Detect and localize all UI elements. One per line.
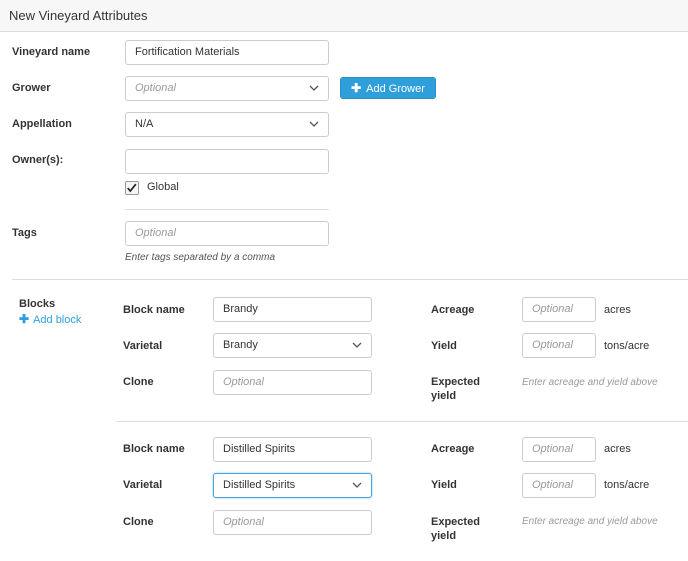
- add-grower-label: Add Grower: [366, 83, 425, 95]
- tags-hint: Enter tags separated by a comma: [125, 252, 276, 263]
- tags-input[interactable]: Optional: [125, 221, 329, 246]
- acreage-label: Acreage: [431, 443, 475, 455]
- grower-select[interactable]: Optional: [125, 76, 329, 101]
- yield-input[interactable]: Optional: [522, 333, 596, 358]
- grower-select-placeholder: Optional: [135, 82, 176, 94]
- appellation-select[interactable]: N/A: [125, 112, 329, 137]
- yield-unit: tons/acre: [604, 340, 650, 352]
- yield-label: Yield: [431, 479, 457, 491]
- appellation-label: Appellation: [12, 118, 72, 130]
- add-grower-button[interactable]: ✚ Add Grower: [340, 77, 436, 99]
- add-block-link[interactable]: ✚ Add block: [19, 312, 81, 326]
- block-name-label: Block name: [123, 304, 185, 316]
- varietal-select[interactable]: Brandy: [213, 333, 372, 358]
- vineyard-name-label: Vineyard name: [12, 46, 91, 58]
- clone-label: Clone: [123, 376, 154, 388]
- owners-label: Owner(s):: [12, 154, 64, 166]
- clone-input[interactable]: Optional: [213, 510, 372, 535]
- acreage-input[interactable]: Optional: [522, 297, 596, 322]
- divider: [12, 279, 688, 280]
- global-checkbox[interactable]: [125, 181, 139, 195]
- acreage-unit: acres: [604, 443, 631, 455]
- panel-header: New Vineyard Attributes: [0, 0, 688, 32]
- varietal-label: Varietal: [123, 340, 163, 352]
- expected-yield-hint: Enter acreage and yield above: [522, 377, 658, 388]
- block-name-input[interactable]: Distilled Spirits: [213, 437, 372, 462]
- varietal-value: Brandy: [223, 339, 258, 351]
- expected-yield-label-2: yield: [431, 390, 457, 402]
- checkmark-icon: [127, 183, 137, 193]
- vineyard-name-input[interactable]: Fortification Materials: [125, 40, 329, 65]
- clone-input[interactable]: Optional: [213, 370, 372, 395]
- grower-label: Grower: [12, 82, 51, 94]
- chevron-down-icon: [352, 482, 362, 488]
- clone-label: Clone: [123, 516, 154, 528]
- block-name-label: Block name: [123, 443, 185, 455]
- chevron-down-icon: [309, 121, 319, 127]
- varietal-label: Varietal: [123, 479, 163, 491]
- varietal-value: Distilled Spirits: [223, 479, 296, 491]
- chevron-down-icon: [309, 85, 319, 91]
- chevron-down-icon: [352, 342, 362, 348]
- yield-unit: tons/acre: [604, 479, 650, 491]
- yield-label: Yield: [431, 340, 457, 352]
- acreage-label: Acreage: [431, 304, 475, 316]
- block-name-input[interactable]: Brandy: [213, 297, 372, 322]
- tags-label: Tags: [12, 227, 37, 239]
- global-label: Global: [147, 181, 179, 193]
- plus-icon: ✚: [19, 312, 30, 326]
- blocks-label: Blocks: [19, 298, 56, 310]
- page-title: New Vineyard Attributes: [9, 8, 148, 23]
- owners-input[interactable]: [125, 149, 329, 174]
- expected-yield-hint: Enter acreage and yield above: [522, 516, 658, 527]
- divider: [117, 421, 688, 422]
- varietal-select[interactable]: Distilled Spirits: [213, 473, 372, 498]
- divider: [125, 209, 329, 210]
- acreage-unit: acres: [604, 304, 631, 316]
- plus-icon: ✚: [351, 81, 362, 95]
- expected-yield-label-2: yield: [431, 530, 457, 542]
- add-block-label: Add block: [33, 314, 82, 326]
- expected-yield-label: Expected: [431, 376, 480, 388]
- expected-yield-label: Expected: [431, 516, 480, 528]
- yield-input[interactable]: Optional: [522, 473, 596, 498]
- appellation-value: N/A: [135, 118, 154, 130]
- acreage-input[interactable]: Optional: [522, 437, 596, 462]
